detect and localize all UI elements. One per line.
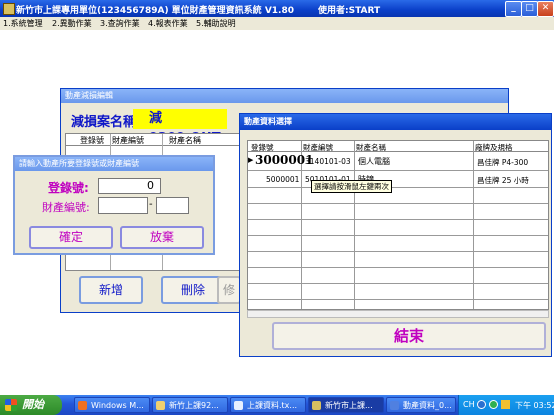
app-task-icon [312,401,321,410]
property-select-window: 動產資料選擇 登錄號 財產編號 財產名稱 廠牌及規格 ▶ 3000001 314… [239,113,552,357]
minimize-icon[interactable]: _ [505,1,522,17]
col-header-name: 財產名稱 [169,136,201,145]
col-header-name: 財產名稱 [356,143,386,152]
security-icon[interactable] [489,400,498,409]
row1-name[interactable]: 個人電腦 [358,156,390,167]
start-button[interactable]: 開始 [0,395,62,415]
doc-name-value: 減9209.OUT [133,109,227,146]
clock: 下午 03:52 [515,401,554,410]
task-windows-media[interactable]: Windows M... [74,397,150,413]
task-folder[interactable]: 新竹上課92... [152,397,228,413]
prop-code-label: 財產編號: [42,201,90,214]
input-dialog: 請輸入動產所要登錄號或財產編號 登錄號: 0 財產編號: - 確定 放棄 [13,155,215,255]
menu-report[interactable]: 4.報表作業 [148,18,188,29]
edit-window-title: 動產減損編輯 [61,89,508,103]
select-window-title: 動產資料選擇 [240,114,551,130]
reg-no-input[interactable]: 0 [98,178,161,194]
network-icon[interactable] [477,400,486,409]
col-header-brand: 廠牌及規格 [475,143,513,152]
close-icon[interactable]: ✕ [537,1,554,17]
reg-no-label: 登錄號: [48,181,89,195]
media-player-icon [78,401,87,410]
menu-bar: 1.系統管理 2.異動作業 3.查詢作業 4.報表作業 5.輔助說明 [0,17,554,30]
dialog-title: 請輸入動產所要登錄號或財產編號 [15,157,213,171]
table-icon [390,401,399,410]
task-data-table[interactable]: 動產資料_0... [386,397,456,413]
menu-help[interactable]: 5.輔助說明 [196,18,236,29]
property-grid[interactable]: 登錄號 財產編號 財產名稱 廠牌及規格 ▶ 3000001 3140101-03… [247,140,549,310]
notepad-icon [234,401,243,410]
cancel-button[interactable]: 放棄 [120,226,204,249]
ok-button[interactable]: 確定 [29,226,113,249]
row1-brand[interactable]: 昌佳牌 P4-300 [477,157,528,168]
menu-system[interactable]: 1.系統管理 [3,18,43,29]
row1-code[interactable]: 3140101-03 [305,157,351,166]
task-main-app[interactable]: 新竹市上課... [308,397,384,413]
exit-button[interactable]: 結束 [272,322,546,350]
task-notepad[interactable]: 上課資料.tx... [230,397,306,413]
app-title: 新竹市上課專用單位(123456789A) 單位財產管理資訊系統 V1.80 [16,6,294,16]
grid-horizontal-scrollbar[interactable] [247,310,549,318]
col-header-code: 財產編號 [303,143,333,152]
partial-button[interactable]: 修 [217,276,241,304]
menu-query[interactable]: 3.查詢作業 [100,18,140,29]
add-button[interactable]: 新增 [79,276,143,304]
select-tooltip: 選擇請按滑鼠左鍵兩次 [311,180,392,193]
quicklaunch-separator [64,399,70,411]
system-tray: CH 下午 03:52 [458,395,554,415]
prop-code-input[interactable] [98,197,148,214]
language-indicator[interactable]: CH [463,400,475,409]
doc-name-label: 減損案名稱 [71,115,137,130]
row-pointer-icon: ▶ [248,156,254,164]
col-header-reg: 登錄號 [251,143,274,152]
row2-brand[interactable]: 昌佳牌 25 小時 [477,175,529,186]
app-icon [3,3,15,15]
current-user: 使用者:START [318,6,381,16]
delete-button[interactable]: 刪除 [161,276,225,304]
app-title-bar[interactable]: 新竹市上課專用單位(123456789A) 單位財產管理資訊系統 V1.80 使… [0,0,554,17]
volume-icon[interactable] [501,400,510,409]
row2-reg[interactable]: 5000001 [266,175,299,184]
menu-change[interactable]: 2.異動作業 [52,18,92,29]
start-label: 開始 [22,398,44,411]
folder-icon [156,401,165,410]
windows-logo-icon [5,399,17,411]
col-header-code: 財產編號 [112,136,144,145]
prop-code-separator: - [149,199,153,210]
prop-code-suffix-input[interactable] [156,197,189,214]
maximize-icon[interactable]: □ [521,1,538,17]
col-header-reg: 登錄號 [80,136,104,145]
